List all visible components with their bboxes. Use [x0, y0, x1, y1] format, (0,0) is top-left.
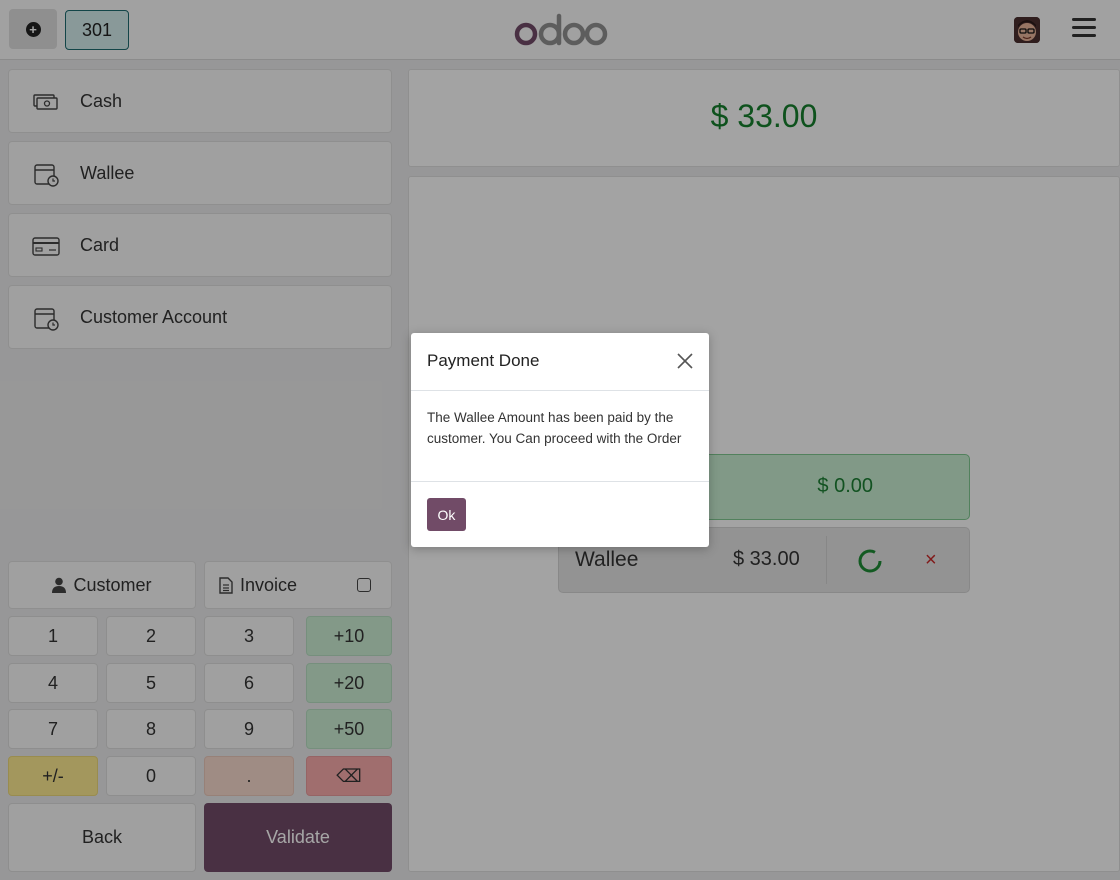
ok-button[interactable]: Ok: [427, 498, 466, 531]
dialog-header: Payment Done: [411, 333, 709, 391]
payment-done-dialog: Payment Done The Wallee Amount has been …: [411, 333, 709, 547]
close-icon[interactable]: [676, 352, 694, 370]
dialog-footer: Ok: [411, 481, 709, 547]
pos-screen: + 301 Cash Wallee Card Customer Account …: [0, 0, 1120, 880]
dialog-message: The Wallee Amount has been paid by the c…: [427, 410, 682, 446]
dialog-title: Payment Done: [427, 351, 540, 370]
